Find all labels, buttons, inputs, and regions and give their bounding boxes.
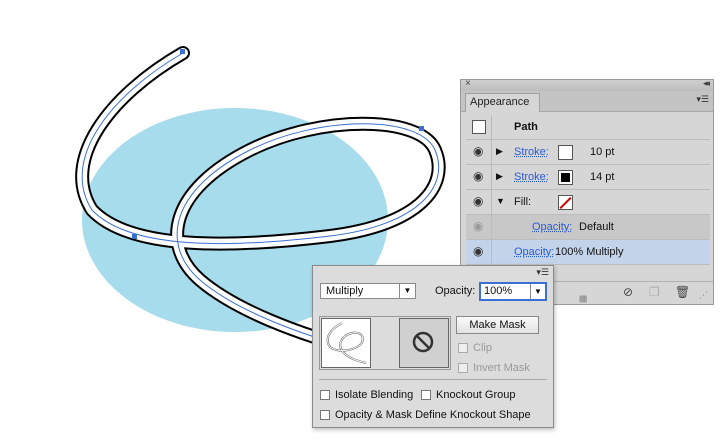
stroke-weight: 10 pt bbox=[590, 146, 615, 158]
eye-icon: ◉ bbox=[473, 244, 484, 258]
stroke-link[interactable]: Stroke: bbox=[514, 171, 549, 183]
visibility-toggle[interactable]: ◉ bbox=[466, 215, 492, 239]
appearance-row-fill-opacity[interactable]: ◉ Opacity: Default bbox=[466, 215, 710, 240]
knockout-group-label: Knockout Group bbox=[436, 389, 516, 401]
opacity-mask-define-checkbox[interactable] bbox=[320, 410, 330, 420]
appearance-row-fill[interactable]: ◉ ▼ Fill: bbox=[466, 190, 710, 215]
opacity-value: 100% Multiply bbox=[555, 246, 624, 258]
resize-grip-icon[interactable]: ⋰ bbox=[699, 290, 708, 301]
expand-triangle-icon[interactable]: ▶ bbox=[496, 146, 503, 157]
make-mask-button[interactable]: Make Mask bbox=[456, 316, 539, 334]
visibility-toggle[interactable]: ◉ bbox=[466, 190, 492, 214]
invert-mask-label: Invert Mask bbox=[473, 362, 530, 374]
eye-icon: ◉ bbox=[473, 169, 484, 183]
visibility-toggle[interactable]: ◉ bbox=[466, 140, 492, 164]
blend-mode-value: Multiply bbox=[326, 285, 364, 297]
fill-label: Fill: bbox=[514, 196, 532, 208]
visibility-toggle[interactable]: ◉ bbox=[466, 240, 492, 264]
popup-menu-icon[interactable]: ▾☰ bbox=[536, 267, 549, 278]
chevron-down-icon[interactable]: ▼ bbox=[530, 284, 545, 299]
collapse-triangle-icon[interactable]: ▼ bbox=[496, 196, 505, 206]
isolate-blending-checkbox[interactable] bbox=[320, 390, 330, 400]
close-icon[interactable]: × bbox=[465, 78, 471, 89]
path-label: Path bbox=[514, 121, 538, 133]
stroke-link[interactable]: Stroke: bbox=[514, 146, 549, 158]
eye-icon: ◉ bbox=[473, 144, 484, 158]
visibility-toggle[interactable]: ◉ bbox=[466, 165, 492, 189]
opacity-input[interactable]: 100% ▼ bbox=[479, 282, 547, 301]
collapse-icon[interactable]: ◂◂ bbox=[703, 78, 710, 89]
anchor-point[interactable] bbox=[419, 126, 424, 131]
transparency-popup: ▾☰ Multiply ▼ Opacity: 100% ▼ Make Mask … bbox=[312, 265, 554, 428]
eye-icon: ◉ bbox=[473, 219, 484, 233]
stroke-swatch-white[interactable] bbox=[558, 145, 573, 160]
scroll-grip-icon[interactable]: ||||||||| bbox=[579, 296, 587, 303]
opacity-value: Default bbox=[579, 221, 614, 233]
invert-mask-checkbox[interactable] bbox=[458, 363, 468, 373]
stroke-weight: 14 pt bbox=[590, 171, 615, 183]
mask-thumbnail[interactable] bbox=[399, 318, 449, 368]
opacity-link[interactable]: Opacity: bbox=[514, 246, 554, 258]
expand-triangle-icon[interactable]: ▶ bbox=[496, 171, 503, 182]
anchor-point[interactable] bbox=[132, 234, 137, 239]
divider bbox=[319, 379, 547, 380]
knockout-group-checkbox[interactable] bbox=[421, 390, 431, 400]
opacity-input-value: 100% bbox=[484, 285, 513, 297]
opacity-label: Opacity: bbox=[435, 285, 476, 297]
artwork-thumbnail[interactable] bbox=[321, 318, 371, 368]
opacity-link[interactable]: Opacity: bbox=[532, 221, 572, 233]
opacity-mask-define-label: Opacity & Mask Define Knockout Shape bbox=[335, 409, 531, 421]
panel-menu-icon[interactable]: ▾☰ bbox=[696, 94, 709, 105]
stroke-swatch-black[interactable] bbox=[558, 170, 573, 185]
fill-swatch-none[interactable] bbox=[558, 195, 573, 210]
anchor-point[interactable] bbox=[180, 49, 185, 54]
appearance-row-stroke-1[interactable]: ◉ ▶ Stroke: 10 pt bbox=[466, 140, 710, 165]
blend-mode-select[interactable]: Multiply ▼ bbox=[320, 283, 416, 299]
path-thumbnail-icon bbox=[472, 120, 486, 134]
isolate-blending-label: Isolate Blending bbox=[335, 389, 414, 401]
appearance-row-path[interactable]: Path bbox=[466, 115, 710, 140]
no-mask-icon bbox=[412, 331, 434, 353]
clip-label: Clip bbox=[473, 342, 492, 354]
appearance-list: Path ◉ ▶ Stroke: 10 pt ◉ ▶ Stroke: 14 pt… bbox=[466, 115, 710, 265]
tab-appearance[interactable]: Appearance bbox=[465, 93, 541, 112]
artwork-preview-icon bbox=[326, 322, 367, 364]
eye-icon: ◉ bbox=[473, 194, 484, 208]
duplicate-item-icon[interactable]: ❐ bbox=[649, 285, 660, 299]
eye-cell bbox=[466, 115, 492, 139]
appearance-row-opacity[interactable]: ◉ Opacity: 100% Multiply bbox=[466, 240, 710, 265]
appearance-row-stroke-2[interactable]: ◉ ▶ Stroke: 14 pt bbox=[466, 165, 710, 190]
trash-icon[interactable]: 🗑 bbox=[675, 285, 690, 299]
panel-tabbar: Appearance bbox=[461, 91, 713, 112]
chevron-down-icon: ▼ bbox=[399, 284, 415, 298]
clear-appearance-icon[interactable]: ⊘ bbox=[623, 285, 633, 299]
clip-checkbox[interactable] bbox=[458, 343, 468, 353]
